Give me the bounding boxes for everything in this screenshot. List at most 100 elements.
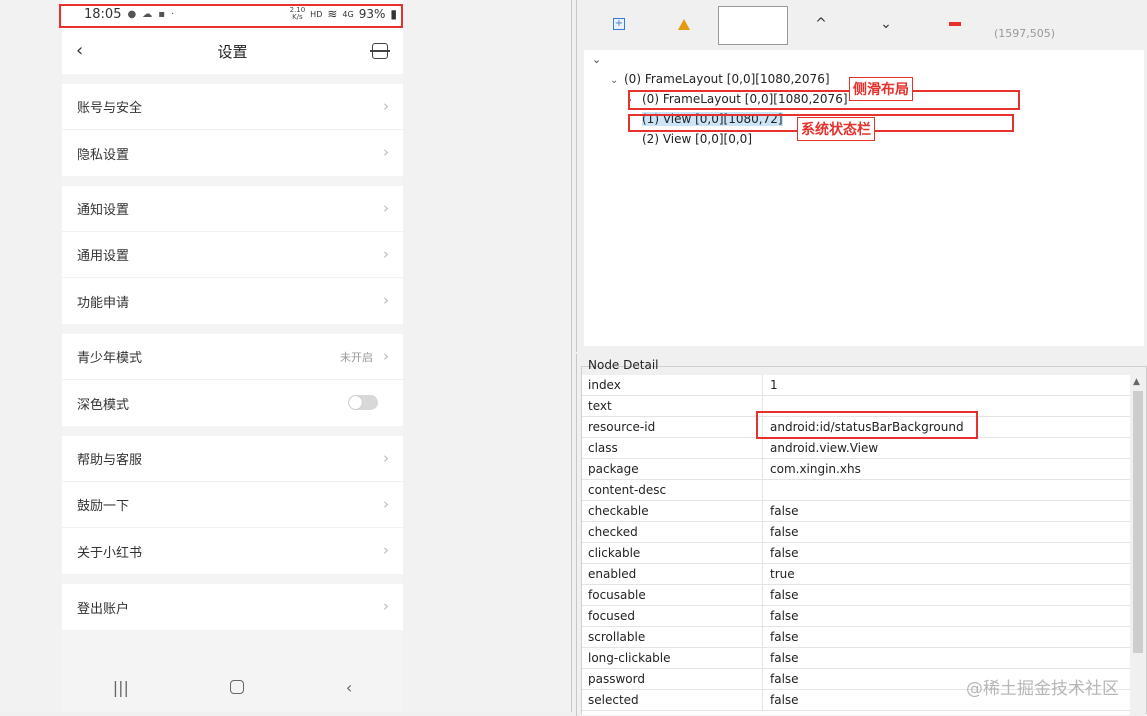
- settings-item-teen-mode[interactable]: 青少年模式 未开启 ›: [62, 334, 403, 380]
- chevron-right-icon: ›: [383, 495, 389, 513]
- node-detail-row[interactable]: focusable false: [582, 585, 1130, 606]
- settings-group-modes: 青少年模式 未开启 › 深色模式: [62, 334, 403, 426]
- settings-item-rate[interactable]: 鼓励一下 ›: [62, 482, 403, 528]
- node-detail-key: long-clickable: [582, 648, 763, 668]
- node-detail-value: false: [770, 609, 799, 623]
- settings-item-logout[interactable]: 登出账户 ›: [62, 584, 403, 630]
- tree-node-selected[interactable]: (1) View [0,0][1080,72]: [628, 112, 783, 126]
- hierarchy-pane: + ^ ⌄ (1597,505) ⌄ ⌄ (0) FrameLayout [0,0…: [576, 0, 1147, 352]
- expand-all-button[interactable]: +: [607, 12, 631, 36]
- dot-icon: ·: [170, 8, 175, 20]
- settings-item-feature-request[interactable]: 功能申请 ›: [62, 278, 403, 324]
- chevron-down-icon[interactable]: ⌄: [610, 75, 624, 86]
- chevron-down-icon[interactable]: ⌄: [592, 53, 601, 66]
- device-screenshot-pane[interactable]: 18:05 ● ☁ ▪ · 2.10 K/s HD ≋ 4G 93% ▮ ‹ 设…: [0, 0, 572, 712]
- signal-icon: 4G: [342, 9, 354, 19]
- chevron-up-icon: ^: [815, 16, 827, 32]
- settings-group-account: 账号与安全 › 隐私设置 ›: [62, 84, 403, 176]
- node-detail-key: text: [582, 396, 763, 416]
- teen-mode-status: 未开启: [340, 351, 373, 364]
- chevron-right-icon[interactable]: ›: [628, 95, 642, 106]
- node-detail-key: checked: [582, 522, 763, 542]
- node-detail-key: clickable: [582, 543, 763, 563]
- status-time: 18:05: [84, 6, 122, 22]
- node-detail-value: false: [770, 546, 799, 560]
- settings-item-dark-mode: 深色模式: [62, 380, 403, 426]
- settings-top-bar: ‹ 设置: [62, 28, 403, 74]
- toggle-naf-button[interactable]: [672, 12, 696, 36]
- chevron-right-icon: ›: [383, 291, 389, 309]
- node-detail-row[interactable]: content-desc: [582, 480, 1130, 501]
- node-detail-title: Node Detail: [588, 358, 659, 372]
- node-detail-value: false: [770, 630, 799, 644]
- phone-screen: 18:05 ● ☁ ▪ · 2.10 K/s HD ≋ 4G 93% ▮ ‹ 设…: [62, 0, 403, 712]
- node-detail-value: android.view.View: [770, 441, 879, 455]
- node-detail-row[interactable]: scrollable false: [582, 627, 1130, 648]
- node-detail-key: content-desc: [582, 480, 763, 500]
- node-detail-row[interactable]: text: [582, 396, 1130, 417]
- tree-node[interactable]: › (0) FrameLayout [0,0][1080,2076]: [628, 92, 848, 106]
- toolbar: + ^ ⌄ (1597,505): [577, 0, 1147, 50]
- node-detail-row[interactable]: package com.xingin.xhs: [582, 459, 1130, 480]
- chevron-right-icon: ›: [383, 597, 389, 615]
- tree-node[interactable]: (2) View [0,0][0,0]: [628, 132, 752, 146]
- wifi-icon: ≋: [327, 7, 338, 21]
- node-detail-key: selected: [582, 690, 763, 710]
- node-detail-value: android:id/statusBarBackground: [770, 420, 964, 434]
- node-detail-value: [763, 480, 1130, 500]
- recent-apps-icon[interactable]: |||: [113, 678, 129, 697]
- node-detail-pane: Node Detail index 1 text resource-id android…: [576, 354, 1147, 716]
- previous-button[interactable]: ^: [809, 12, 833, 36]
- node-detail-key: enabled: [582, 564, 763, 584]
- node-detail-row[interactable]: resource-id android:id/statusBarBackgroun…: [582, 417, 1130, 438]
- node-detail-key: package: [582, 459, 763, 479]
- settings-item-general[interactable]: 通用设置 ›: [62, 232, 403, 278]
- message-icon: ▪: [158, 8, 165, 20]
- node-detail-value: false: [770, 588, 799, 602]
- node-detail-row[interactable]: checkable false: [582, 501, 1130, 522]
- settings-item-help[interactable]: 帮助与客服 ›: [62, 436, 403, 482]
- hd-icon: HD: [310, 9, 323, 19]
- scrollbar[interactable]: ▲: [1130, 375, 1145, 715]
- minus-icon: [949, 22, 961, 26]
- search-input[interactable]: [718, 6, 788, 45]
- node-detail-row[interactable]: clickable false: [582, 543, 1130, 564]
- node-detail-key: focusable: [582, 585, 763, 605]
- next-button[interactable]: ⌄: [874, 12, 898, 36]
- node-detail-key: password: [582, 669, 763, 689]
- expand-icon: +: [613, 18, 625, 30]
- node-detail-value: 1: [770, 378, 778, 392]
- battery-text: 93%: [358, 7, 386, 21]
- node-detail-table: index 1 text resource-id android:id/statusBa…: [582, 375, 1130, 715]
- settings-item-account-security[interactable]: 账号与安全 ›: [62, 84, 403, 130]
- node-detail-row[interactable]: class android.view.View: [582, 438, 1130, 459]
- chevron-right-icon: ›: [383, 541, 389, 559]
- clear-button[interactable]: [943, 12, 967, 36]
- node-detail-row[interactable]: long-clickable false: [582, 648, 1130, 669]
- settings-item-about[interactable]: 关于小红书 ›: [62, 528, 403, 574]
- net-speed: 2.10 K/s: [289, 6, 306, 21]
- phone-status-bar: 18:05 ● ☁ ▪ · 2.10 K/s HD ≋ 4G 93% ▮: [62, 0, 403, 28]
- dark-mode-toggle[interactable]: [348, 395, 378, 410]
- settings-item-notifications[interactable]: 通知设置 ›: [62, 186, 403, 232]
- node-detail-row[interactable]: focused false: [582, 606, 1130, 627]
- watermark: @稀土掘金技术社区: [966, 679, 1119, 699]
- page-title: 设置: [217, 42, 248, 61]
- node-detail-row[interactable]: index 1: [582, 375, 1130, 396]
- node-detail-key: checkable: [582, 501, 763, 521]
- weather-icon: ☁: [142, 8, 153, 20]
- nav-back-icon[interactable]: ‹: [346, 678, 352, 697]
- settings-item-privacy[interactable]: 隐私设置 ›: [62, 130, 403, 176]
- home-icon[interactable]: [230, 680, 245, 694]
- scrollbar-thumb[interactable]: [1133, 391, 1143, 653]
- scroll-up-icon[interactable]: ▲: [1133, 377, 1140, 387]
- settings-group-help: 帮助与客服 › 鼓励一下 › 关于小红书 ›: [62, 436, 403, 574]
- tree-node[interactable]: ⌄ (0) FrameLayout [0,0][1080,2076]: [610, 72, 830, 86]
- back-icon[interactable]: ‹: [76, 40, 83, 61]
- chevron-right-icon: ›: [383, 143, 389, 161]
- hierarchy-tree: ⌄ ⌄ (0) FrameLayout [0,0][1080,2076] › (0)…: [584, 50, 1144, 346]
- scan-icon[interactable]: [370, 43, 390, 59]
- node-detail-row[interactable]: checked false: [582, 522, 1130, 543]
- node-detail-row[interactable]: enabled true: [582, 564, 1130, 585]
- node-detail-key: resource-id: [582, 417, 763, 437]
